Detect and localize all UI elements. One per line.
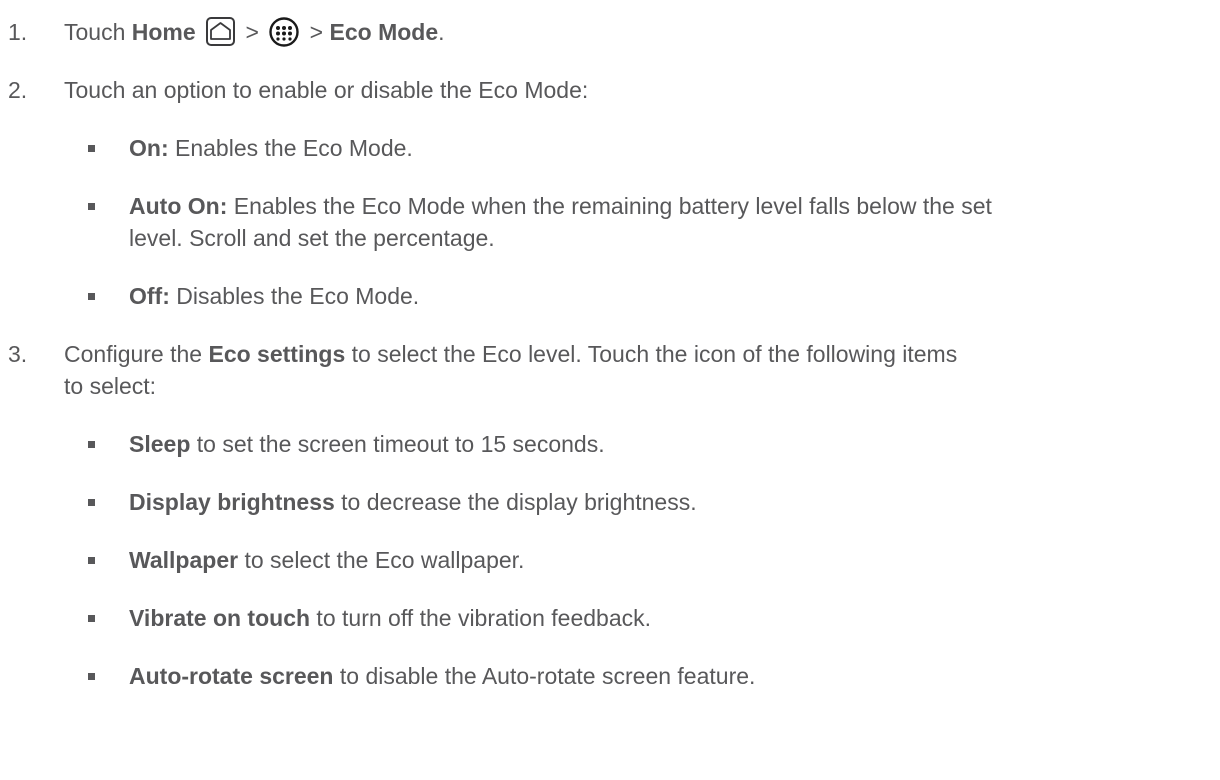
bullet (88, 441, 95, 448)
step-number: 3. (8, 341, 28, 367)
item-text: to decrease the display brightness. (334, 489, 697, 515)
step-text-line2: to select: (64, 373, 157, 399)
eco-mode-label: Eco Mode (329, 19, 439, 45)
item-text: to select the Eco wallpaper. (238, 547, 525, 573)
eco-settings-label: Eco settings (208, 341, 346, 367)
bullet (88, 145, 95, 152)
bullet (88, 203, 95, 210)
item-label: Sleep (129, 431, 191, 457)
item-label: Auto-rotate screen (129, 663, 334, 689)
item-label: Display brightness (129, 489, 335, 515)
option-text-line2: level. Scroll and set the percentage. (129, 225, 495, 251)
step-number: 2. (8, 77, 28, 103)
option-label: On: (129, 135, 169, 161)
step-number: 1. (8, 19, 28, 45)
option-text: Enables the Eco Mode when the remaining … (227, 193, 992, 219)
document-page: 1. Touch Home > > Eco Mode. 2. Touch an … (0, 0, 1220, 780)
bullet (88, 499, 95, 506)
separator: > (239, 19, 266, 45)
bullet (88, 615, 95, 622)
step-text: Touch an option to enable or disable the… (64, 77, 589, 103)
home-label: Home (131, 19, 196, 45)
step-prefix: Touch (64, 19, 132, 45)
bullet (88, 293, 95, 300)
option-text: Disables the Eco Mode. (169, 283, 420, 309)
option-label: Off: (129, 283, 170, 309)
separator: > (303, 19, 330, 45)
bullet (88, 673, 95, 680)
item-text: to disable the Auto-rotate screen featur… (333, 663, 756, 689)
period: . (438, 19, 445, 45)
item-text: to set the screen timeout to 15 seconds. (190, 431, 605, 457)
option-label: Auto On: (129, 193, 228, 219)
option-text: Enables the Eco Mode. (168, 135, 413, 161)
apps-icon (269, 17, 299, 47)
step-prefix: Configure the (64, 341, 209, 367)
item-label: Wallpaper (129, 547, 239, 573)
step-suffix: to select the Eco level. Touch the icon … (345, 341, 958, 367)
bullet (88, 557, 95, 564)
item-label: Vibrate on touch (129, 605, 311, 631)
step-text: Touch Home > > Eco Mode. (64, 17, 445, 47)
item-text: to turn off the vibration feedback. (310, 605, 652, 631)
home-icon (206, 17, 236, 47)
